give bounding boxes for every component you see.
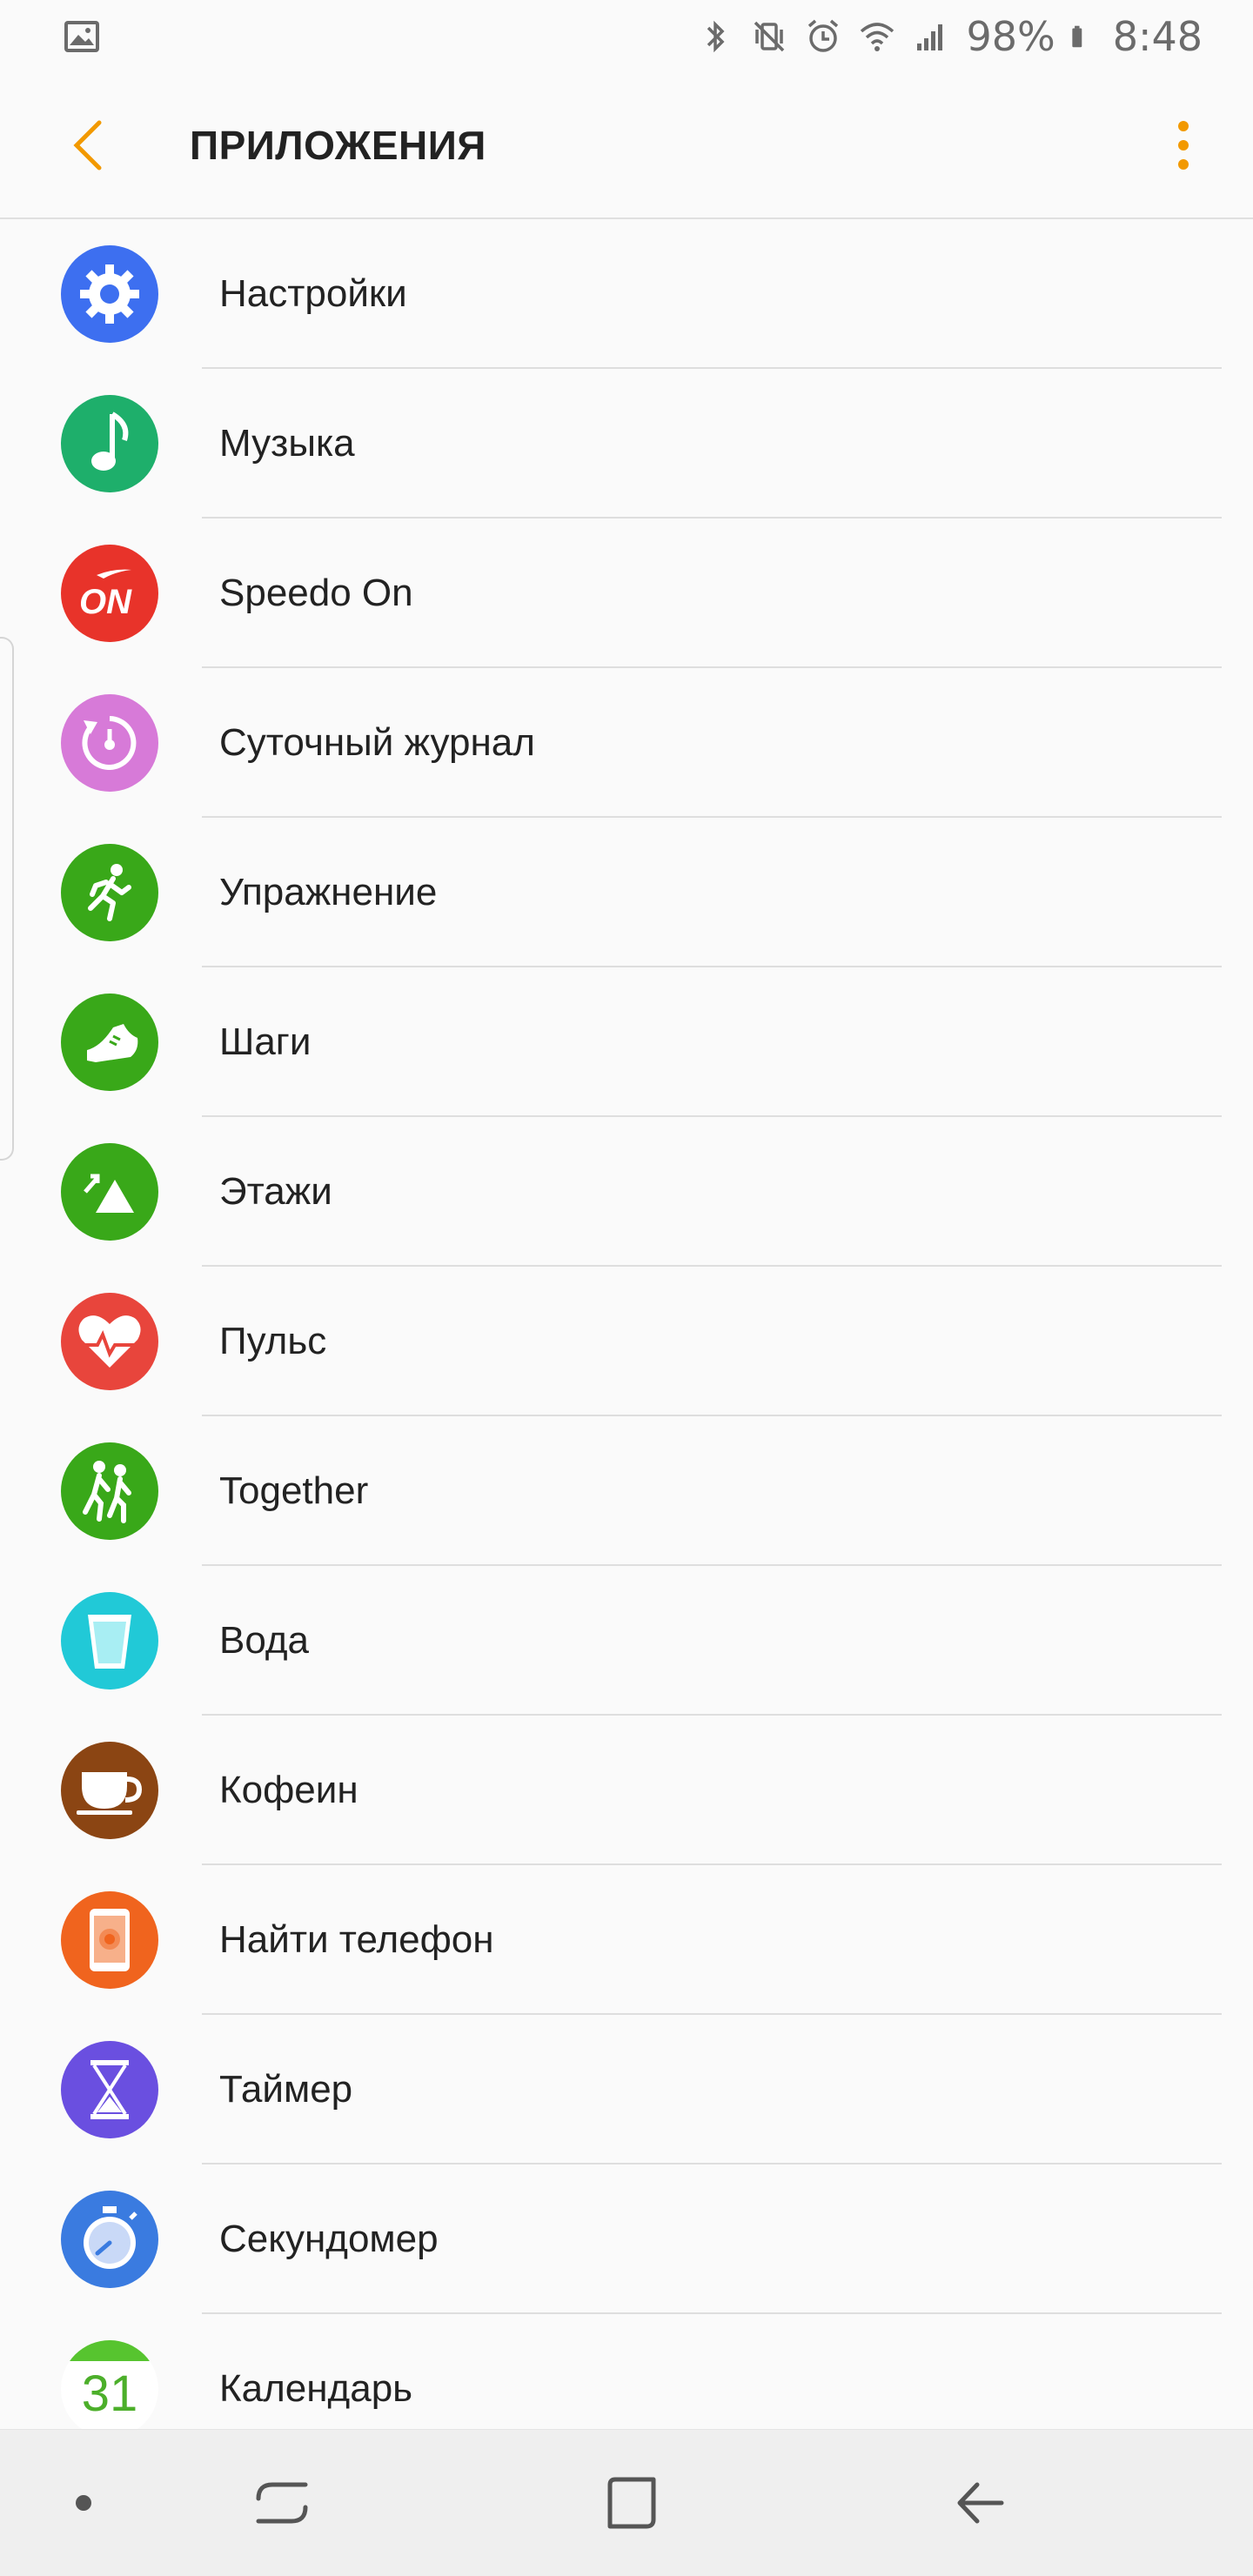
app-item-together[interactable]: Together [0,1416,1253,1566]
more-options-button[interactable] [1166,110,1201,180]
app-label: Кофеин [219,1769,358,1811]
bluetooth-icon [707,20,725,53]
back-button[interactable] [61,110,113,180]
app-label: Упражнение [219,871,438,913]
app-item-settings[interactable]: Настройки [0,219,1253,369]
signal-icon [917,24,943,50]
floors-icon [61,1143,158,1241]
more-dot-icon [1178,159,1189,170]
shoe-icon [61,994,158,1091]
find-phone-icon [61,1891,158,1989]
app-item-steps[interactable]: Шаги [0,967,1253,1117]
together-icon [61,1442,158,1540]
calendar-day: 31 [81,2365,138,2422]
app-label: Шаги [219,1020,312,1063]
app-item-find-phone[interactable]: Найти телефон [0,1865,1253,2015]
more-dot-icon [1178,140,1189,151]
app-label: Суточный журнал [219,721,535,764]
chevron-left-icon [73,120,102,171]
status-time: 8:48 [1112,13,1203,60]
page-title: ПРИЛОЖЕНИЯ [190,123,486,168]
hourglass-icon [61,2041,158,2138]
back-arrow-icon [957,2482,1004,2524]
app-item-water[interactable]: Вода [0,1566,1253,1716]
app-label: Вода [219,1619,309,1662]
app-item-calendar[interactable]: 31 Календарь [0,2314,1253,2429]
app-label: Пульс [219,1320,327,1362]
daily-log-icon [61,694,158,792]
image-icon [64,21,99,52]
edge-panel-handle[interactable] [0,637,14,1161]
apps-list: Настройки Музыка ON Speedo On Суточный ж… [0,219,1253,2429]
app-label: Музыка [219,422,355,465]
coffee-cup-icon [61,1742,158,1839]
calendar-icon: 31 [61,2340,158,2429]
stopwatch-icon [61,2191,158,2288]
app-label: Секундомер [219,2218,439,2260]
app-item-floors[interactable]: Этажи [0,1117,1253,1267]
recent-apps-icon [256,2482,308,2524]
wifi-icon [861,23,895,51]
app-item-speedo-on[interactable]: ON Speedo On [0,519,1253,668]
dot-icon [76,2495,91,2511]
nav-dot-button[interactable] [40,2459,127,2546]
status-icons: 98% 8:48 [696,13,1203,60]
navigation-bar [0,2429,1253,2576]
svg-text:ON: ON [79,583,132,621]
app-item-exercise[interactable]: Упражнение [0,818,1253,967]
app-label: Настройки [219,272,407,315]
home-square-icon [607,2477,656,2529]
back-nav-button[interactable] [938,2459,1025,2546]
app-label: Таймер [219,2068,353,2111]
app-item-music[interactable]: Музыка [0,369,1253,519]
app-item-pulse[interactable]: Пульс [0,1267,1253,1416]
app-item-caffeine[interactable]: Кофеин [0,1716,1253,1865]
app-label: Together [219,1469,369,1512]
water-glass-icon [61,1592,158,1689]
recent-apps-button[interactable] [238,2459,325,2546]
status-bar: 98% 8:48 [0,0,1253,73]
calendar-top-bar [61,2340,158,2361]
app-label: Найти телефон [219,1918,494,1961]
more-dot-icon [1178,121,1189,131]
app-bar: ПРИЛОЖЕНИЯ [0,73,1253,219]
vibrate-icon [754,21,785,52]
app-item-daily-log[interactable]: Суточный журнал [0,668,1253,818]
app-label: Speedo On [219,572,413,614]
speedo-on-icon: ON [61,545,158,642]
music-note-icon [61,395,158,492]
app-item-stopwatch[interactable]: Секундомер [0,2165,1253,2314]
alarm-icon [808,19,839,52]
settings-gear-icon [61,245,158,343]
battery-icon [1072,25,1082,48]
app-item-timer[interactable]: Таймер [0,2015,1253,2165]
battery-percent: 98% [966,13,1055,60]
heart-rate-icon [61,1293,158,1390]
runner-icon [61,844,158,941]
app-label: Календарь [219,2367,413,2410]
home-button[interactable] [588,2459,675,2546]
app-label: Этажи [219,1170,332,1213]
